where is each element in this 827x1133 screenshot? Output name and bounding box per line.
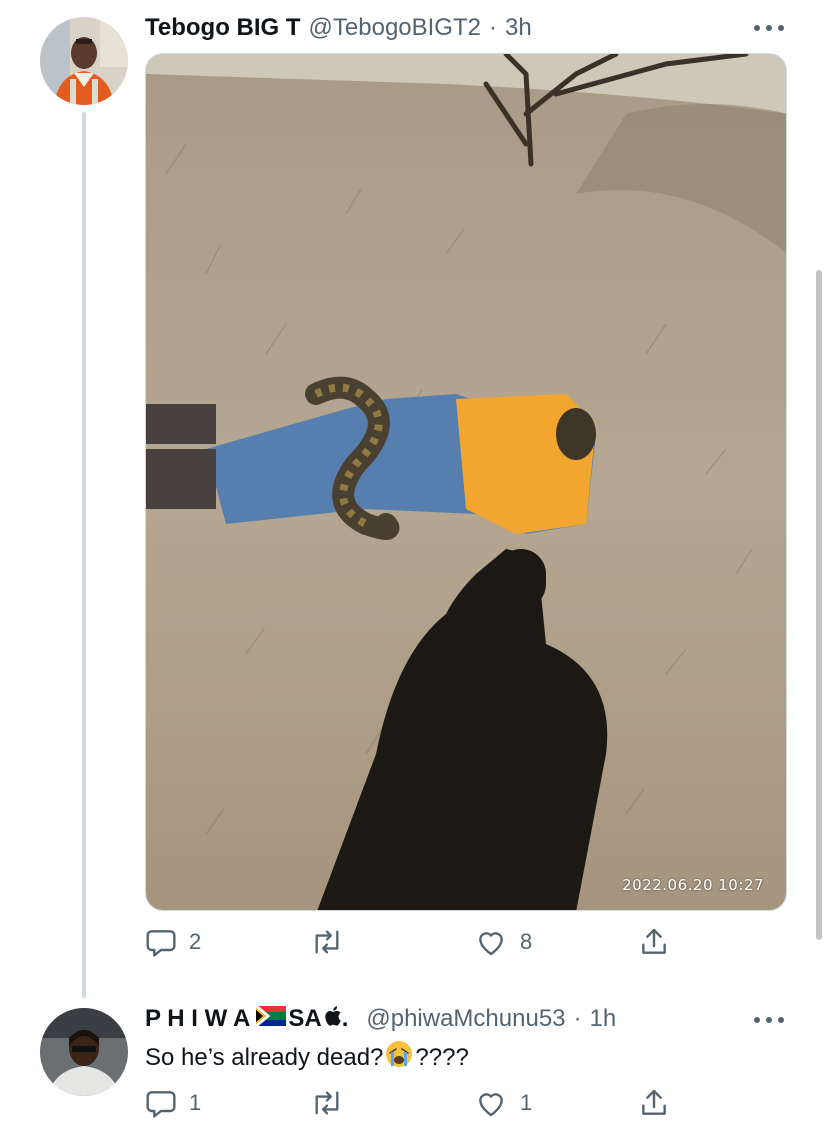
tweet-text-part: ???? bbox=[415, 1043, 469, 1071]
reply-icon bbox=[145, 926, 177, 958]
tweet-actions: 2 8 bbox=[145, 922, 685, 962]
reply-count: 1 bbox=[189, 1090, 202, 1115]
apple-logo-icon bbox=[324, 1005, 342, 1034]
more-icon[interactable] bbox=[752, 1012, 786, 1033]
name-end: . bbox=[341, 1005, 349, 1032]
tweet-actions: 1 1 bbox=[145, 1083, 685, 1123]
scrollbar[interactable] bbox=[816, 270, 822, 940]
name-suffix: SA bbox=[288, 1005, 322, 1032]
reply-button[interactable]: 1 bbox=[145, 1083, 201, 1123]
photo-timestamp: 2022.06.20 10:27 bbox=[622, 876, 764, 894]
crying-emoji-icon bbox=[385, 1040, 413, 1075]
tweet-time[interactable]: 1h bbox=[590, 1005, 617, 1033]
like-button[interactable]: 1 bbox=[474, 1083, 532, 1123]
retweet-icon bbox=[309, 1087, 345, 1119]
tweet-text-part: So he’s already dead? bbox=[145, 1043, 384, 1071]
retweet-button[interactable] bbox=[309, 1083, 357, 1123]
more-icon[interactable] bbox=[752, 20, 786, 41]
separator-dot: · bbox=[488, 14, 497, 41]
display-name[interactable]: P H I W A bbox=[145, 1005, 250, 1033]
like-count: 1 bbox=[520, 1090, 533, 1115]
like-button[interactable]: 8 bbox=[474, 922, 532, 962]
reply-count: 2 bbox=[189, 929, 202, 954]
user-handle[interactable]: @phiwaMchunu53 bbox=[366, 1005, 565, 1033]
reply-button[interactable]: 2 bbox=[145, 922, 201, 962]
avatar[interactable] bbox=[40, 17, 128, 105]
share-icon bbox=[638, 1087, 670, 1119]
tweet-header: P H I W A SA . @phiwaMchunu53 · 1h bbox=[145, 1002, 616, 1036]
separator-dot: · bbox=[573, 1005, 582, 1032]
retweet-icon bbox=[309, 926, 345, 958]
share-button[interactable] bbox=[638, 922, 670, 962]
user-handle[interactable]: @TebogoBIGT2 bbox=[309, 14, 481, 42]
avatar[interactable] bbox=[40, 1008, 128, 1096]
south-africa-flag-icon bbox=[255, 1004, 287, 1033]
share-icon bbox=[638, 926, 670, 958]
reply-icon bbox=[145, 1087, 177, 1119]
share-button[interactable] bbox=[638, 1083, 670, 1123]
tweet-time[interactable]: 3h bbox=[505, 14, 532, 42]
tweet-photo[interactable]: 2022.06.20 10:27 bbox=[145, 53, 787, 911]
like-count: 8 bbox=[520, 929, 533, 954]
tweet-text: So he’s already dead? ???? bbox=[145, 1040, 469, 1075]
thread-connector-line bbox=[82, 112, 86, 998]
like-icon bbox=[474, 926, 508, 958]
display-name[interactable]: Tebogo BIG T bbox=[145, 14, 301, 42]
tweet-header: Tebogo BIG T @TebogoBIGT2 · 3h bbox=[145, 11, 532, 45]
retweet-button[interactable] bbox=[309, 922, 357, 962]
like-icon bbox=[474, 1087, 508, 1119]
